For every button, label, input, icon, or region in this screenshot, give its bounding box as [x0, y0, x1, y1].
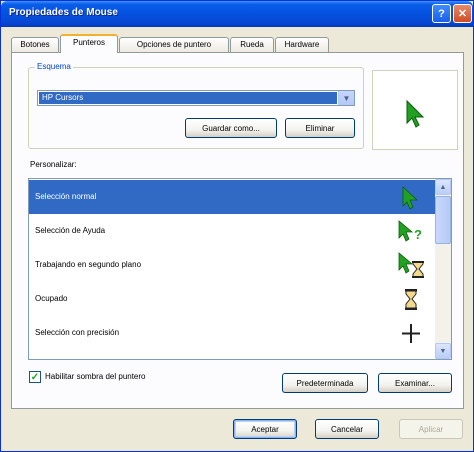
tab-hardware[interactable]: Hardware: [275, 37, 329, 53]
cursor-list[interactable]: Selección normal Selección de Ayuda ? Tr…: [28, 178, 452, 360]
scheme-groupbox: Esquema HP Cursors ▼ Guardar como... Eli…: [28, 62, 364, 149]
enable-shadow-checkbox[interactable]: ✓: [29, 371, 41, 383]
close-button[interactable]: ✕: [453, 4, 472, 23]
list-item[interactable]: Selección normal: [29, 180, 435, 214]
tab-botones[interactable]: Botones: [11, 37, 59, 53]
precision-select-cursor-icon: [402, 324, 420, 343]
cursor-role-label: Selección de Ayuda: [35, 226, 106, 235]
help-button[interactable]: ?: [432, 4, 451, 23]
scroll-up-icon[interactable]: ▲: [435, 179, 451, 195]
svg-text:?: ?: [414, 227, 422, 242]
scroll-down-icon[interactable]: ▼: [435, 343, 451, 359]
list-item[interactable]: Selección con precisión: [29, 316, 435, 350]
default-cursor-button[interactable]: Predeterminada: [282, 373, 368, 393]
list-item[interactable]: Selección de Ayuda ?: [29, 214, 435, 248]
tab-punteros[interactable]: Punteros: [60, 34, 118, 53]
mouse-properties-dialog: Propiedades de Mouse ? ✕ Botones Puntero…: [0, 0, 474, 452]
normal-select-cursor-icon: [402, 186, 419, 210]
cursor-preview: [372, 70, 458, 150]
scheme-dropdown[interactable]: HP Cursors ▼: [37, 90, 355, 106]
working-in-background-cursor-icon: [398, 252, 424, 278]
enable-shadow-label: Habilitar sombra del puntero: [45, 372, 146, 381]
cursor-role-label: Selección con precisión: [35, 328, 120, 337]
customize-label: Personalizar:: [30, 160, 77, 169]
cursor-role-label: Selección normal: [35, 192, 97, 201]
list-item[interactable]: Trabajando en segundo plano: [29, 248, 435, 282]
title-bar[interactable]: Propiedades de Mouse ? ✕: [1, 1, 473, 27]
apply-button[interactable]: Aplicar: [399, 419, 463, 439]
browse-button[interactable]: Examinar...: [378, 373, 452, 393]
scheme-selected-value: HP Cursors: [39, 92, 337, 104]
ok-button[interactable]: Aceptar: [233, 419, 297, 439]
chevron-down-icon[interactable]: ▼: [338, 91, 354, 105]
help-select-cursor-icon: ?: [398, 220, 422, 242]
cursor-role-label: Trabajando en segundo plano: [35, 260, 142, 269]
cancel-button[interactable]: Cancelar: [315, 419, 379, 439]
vertical-scrollbar[interactable]: ▲ ▼: [435, 179, 451, 359]
tab-opciones-de-puntero[interactable]: Opciones de puntero: [119, 37, 229, 53]
busy-hourglass-cursor-icon: [405, 289, 417, 310]
normal-select-cursor-icon: [406, 99, 425, 128]
delete-scheme-button[interactable]: Eliminar: [285, 118, 355, 138]
cursor-role-label: Ocupado: [35, 294, 68, 303]
window-title: Propiedades de Mouse: [9, 7, 118, 18]
punteros-tab-panel: Esquema HP Cursors ▼ Guardar como... Eli…: [11, 52, 464, 409]
tab-rueda[interactable]: Rueda: [230, 37, 274, 53]
save-as-button[interactable]: Guardar como...: [185, 118, 277, 138]
scroll-thumb[interactable]: [435, 196, 451, 244]
list-item[interactable]: Ocupado: [29, 282, 435, 316]
scheme-legend: Esquema: [35, 62, 73, 71]
